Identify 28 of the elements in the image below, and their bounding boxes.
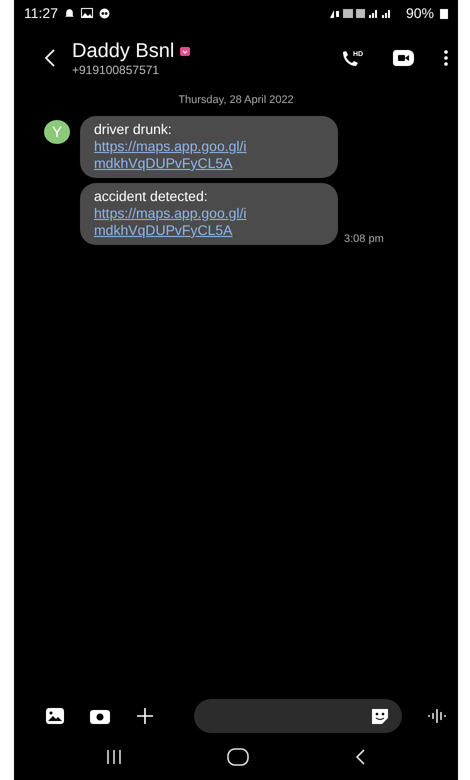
back-icon[interactable]: [44, 48, 56, 68]
message-link[interactable]: https://maps.app.goo.gl/imdkhVqDUPvFyCL5A: [94, 138, 254, 172]
contact-name: Daddy Bsnl: [72, 40, 174, 62]
battery-percent: 90%: [406, 5, 434, 21]
sticker-icon[interactable]: [370, 707, 390, 725]
gallery-icon[interactable]: [46, 708, 64, 724]
add-icon[interactable]: [136, 707, 154, 725]
date-divider: Thursday, 28 April 2022: [177, 94, 295, 106]
battery-icon: [440, 8, 448, 18]
message-badge-icon: [180, 46, 190, 56]
camera-icon[interactable]: [90, 708, 110, 724]
message-input-field[interactable]: [194, 699, 402, 733]
message-link[interactable]: https://maps.app.goo.gl/imdkhVqDUPvFyCL5A: [94, 205, 254, 239]
bell-icon: [64, 8, 75, 18]
status-time: 11:27: [24, 5, 58, 21]
home-icon[interactable]: [226, 748, 249, 766]
message-text: accident detected:: [94, 188, 208, 205]
app-icon: [99, 8, 110, 18]
more-menu-icon[interactable]: [444, 49, 448, 67]
back-nav-icon[interactable]: [354, 748, 366, 766]
message-time: 3:08 pm: [344, 233, 384, 245]
image-icon: [81, 8, 93, 18]
voice-icon[interactable]: [428, 709, 448, 723]
video-call-icon[interactable]: [392, 48, 416, 68]
message-text: driver drunk:: [94, 121, 172, 138]
recent-apps-icon[interactable]: [106, 749, 122, 765]
contact-number: +919100857571: [72, 62, 160, 76]
contact-avatar: Y: [44, 120, 70, 144]
